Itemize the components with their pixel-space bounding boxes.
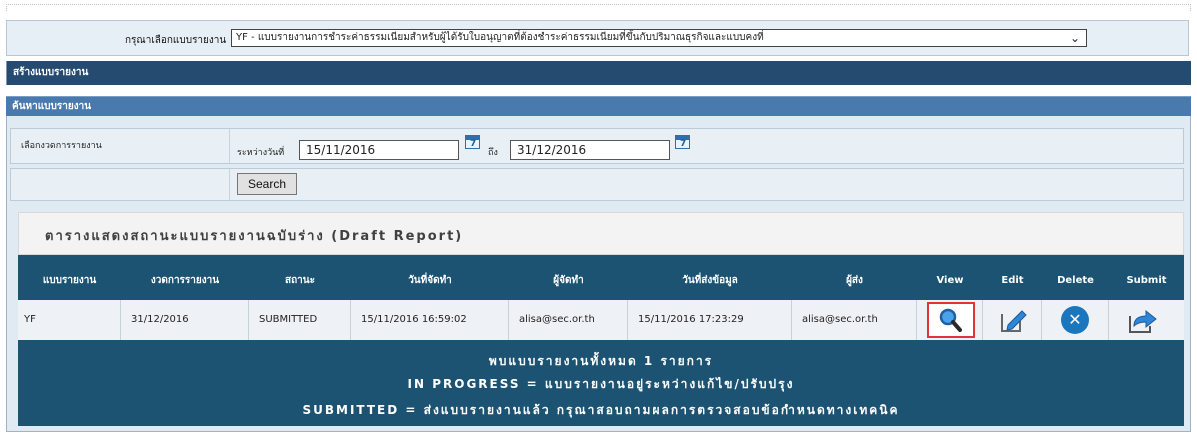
cell-delete: ✕ [1042, 300, 1109, 340]
cell-submit [1109, 300, 1184, 340]
delete-icon[interactable]: ✕ [1061, 306, 1089, 334]
section-create-header[interactable]: สร้างแบบรายงาน [6, 61, 1191, 85]
filter-row-actions: Search [10, 168, 1184, 201]
chevron-down-icon: ⌄ [1069, 31, 1080, 45]
draft-report-table: ตารางแสดงสถานะแบบรายงานฉบับร่าง (Draft R… [18, 212, 1184, 426]
report-type-value: YF - แบบรายงานการชำระค่าธรรมเนียมสำหรับผ… [236, 32, 764, 43]
col-report: แบบรายงาน [42, 275, 97, 286]
legend-submitted: SUBMITTED = ส่งแบบรายงานแล้ว กรุณาสอบถาม… [302, 403, 900, 417]
period-label: เลือกงวดการรายงาน [21, 141, 102, 151]
col-submit: Submit [1126, 275, 1167, 286]
draft-title: ตารางแสดงสถานะแบบรายงานฉบับร่าง (Draft R… [45, 229, 464, 244]
cell-created-by: alisa@sec.or.th [509, 300, 628, 340]
section-search-header[interactable]: ค้นหาแบบรายงาน [6, 96, 1191, 116]
calendar-icon[interactable]: 7 [675, 135, 690, 149]
cell-period: 31/12/2016 [121, 300, 249, 340]
col-edit: Edit [1001, 275, 1024, 286]
report-type-bar: กรุณาเลือกแบบรายงาน YF - แบบรายงานการชำร… [6, 20, 1189, 56]
draft-title-bar: ตารางแสดงสถานะแบบรายงานฉบับร่าง (Draft R… [18, 212, 1184, 255]
col-created-date: วันที่จัดทำ [408, 275, 452, 286]
filter-divider [229, 169, 230, 200]
cell-created-date: 15/11/2016 16:59:02 [351, 300, 509, 340]
date-from-input[interactable]: 15/11/2016 [299, 140, 459, 160]
calendar-icon[interactable]: 7 [465, 135, 480, 149]
submit-icon[interactable] [1126, 306, 1158, 336]
col-delete: Delete [1057, 275, 1094, 286]
to-label: ถึง [488, 148, 498, 158]
view-button[interactable] [927, 302, 975, 338]
legend-in-progress: IN PROGRESS = แบบรายงานอยู่ระหว่างแก้ไข/… [407, 377, 795, 391]
col-created-by: ผู้จัดทำ [553, 275, 584, 286]
cell-report: YF [18, 300, 121, 340]
cell-view [917, 300, 983, 340]
cell-submitted-date: 15/11/2016 17:23:29 [628, 300, 792, 340]
cell-status: SUBMITTED [249, 300, 351, 340]
filter-divider [229, 129, 230, 163]
col-submitted-date: วันที่ส่งข้อมูล [682, 275, 738, 286]
summary-text: พบแบบรายงานทั้งหมด 1 รายการ [488, 354, 714, 368]
search-button[interactable]: Search [237, 173, 297, 195]
search-icon [939, 308, 962, 332]
col-status: สถานะ [285, 275, 315, 286]
between-label: ระหว่างวันที่ [237, 148, 285, 158]
report-type-label: กรุณาเลือกแบบรายงาน [125, 35, 227, 46]
edit-icon[interactable] [998, 306, 1028, 334]
cell-submitted-by: alisa@sec.or.th [792, 300, 917, 340]
cell-edit [983, 300, 1042, 340]
report-type-select[interactable]: YF - แบบรายงานการชำระค่าธรรมเนียมสำหรับผ… [231, 29, 1087, 47]
date-to-input[interactable]: 31/12/2016 [510, 140, 670, 160]
col-submitted-by: ผู้ส่ง [846, 275, 863, 286]
col-view: View [936, 275, 964, 286]
filter-row-period: เลือกงวดการรายงาน ระหว่างวันที่ 15/11/20… [10, 128, 1184, 164]
col-period: งวดการรายงาน [150, 275, 220, 286]
top-stripe [6, 4, 1191, 11]
